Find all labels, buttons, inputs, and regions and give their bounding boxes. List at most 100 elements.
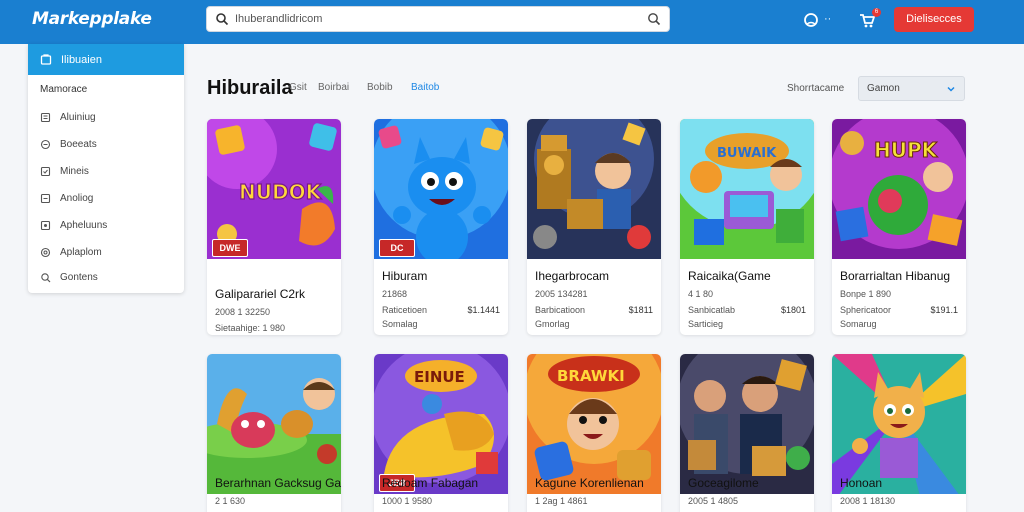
sidebar-item-label: Aplaplom [60, 247, 102, 258]
product-subtitle: Sphericatoor [840, 305, 892, 315]
art-title: NUDOK [239, 180, 323, 204]
product-meta: 1 2ag 1 4861 [535, 496, 588, 506]
product-status: Somalag [382, 319, 418, 329]
sidebar-item-5[interactable]: Apheluuns [28, 215, 184, 237]
product-card[interactable]: EINUE JB8 Redoam Fabagan 1000 1 9580 [374, 354, 508, 512]
top-nav-bar: Markepplake Ihuberandlidricom ·· 6 Dieli… [0, 0, 1024, 44]
product-title[interactable]: Ihegarbrocam [535, 269, 609, 283]
product-card[interactable]: Honoan 2008 1 18130 [832, 354, 966, 512]
product-card[interactable]: BUWAIK Raicaika(Game 4 1 80 Sanbicatlab $180… [680, 119, 814, 335]
sidebar-item-7[interactable]: Gontens [28, 267, 184, 289]
clock-icon [40, 139, 51, 150]
bag-icon [40, 54, 52, 65]
tab-1[interactable]: Gsit [289, 82, 307, 93]
product-subtitle: Raticetioen [382, 305, 428, 315]
sidebar-item-2[interactable]: Boeeats [28, 134, 184, 156]
product-subtitle: Barbicatioon [535, 305, 586, 315]
art-title: EINUE [414, 368, 465, 386]
product-card[interactable]: Ihegarbrocam 2005 134281 Barbicatioon $1811… [527, 119, 661, 335]
sidebar-item-label: Aluiniug [60, 112, 96, 123]
sidebar-item-active[interactable]: Ilibuaien [28, 44, 184, 75]
chevron-down-icon [947, 86, 955, 92]
sidebar-section-heading: Mamorace [40, 84, 88, 95]
product-meta: 2005 134281 [535, 289, 588, 299]
product-thumbnail[interactable] [207, 354, 341, 494]
product-meta: 1000 1 9580 [382, 496, 433, 506]
cart-count-badge: 6 [872, 8, 881, 17]
product-status: Somarug [840, 319, 877, 329]
sidebar: Ilibuaien Mamorace Aluiniug Boeeats Mineis… [28, 44, 184, 293]
product-price: $1811 [628, 305, 653, 315]
sidebar-item-1[interactable]: Aluiniug [28, 107, 184, 129]
folder-icon [40, 193, 51, 204]
sidebar-item-label: Anoliog [60, 193, 94, 204]
sidebar-item-label: Ilibuaien [61, 54, 102, 66]
product-meta: 4 1 80 [688, 289, 714, 299]
product-thumbnail[interactable]: NUDOK [207, 119, 341, 259]
product-thumbnail[interactable]: HUPK [832, 119, 966, 259]
product-card[interactable]: BRAWKI Kagune Korenlienan 1 2ag 1 4861 [527, 354, 661, 512]
product-meta: Bonpe 1 890 [840, 289, 892, 299]
product-title[interactable]: Kagune Korenlienan [535, 476, 644, 490]
product-subtitle: Sanbicatlab [688, 305, 736, 315]
sort-select[interactable]: Gamon [858, 76, 965, 101]
sort-value: Gamon [867, 83, 900, 94]
product-title[interactable]: Goceagilome [688, 476, 759, 490]
user-icon[interactable] [802, 11, 820, 29]
product-thumbnail[interactable] [374, 119, 508, 259]
product-card[interactable]: HUPK Borarrialtan Hibanug Bonpe 1 890 Spher… [832, 119, 966, 335]
page-title: Hiburaila [207, 77, 293, 99]
product-status: Gmorlag [535, 319, 570, 329]
product-card[interactable]: Goceagilome 2005 1 4805 [680, 354, 814, 512]
product-thumbnail[interactable]: BRAWKI [527, 354, 661, 494]
sidebar-item-label: Boeeats [60, 139, 97, 150]
search-submit-icon[interactable] [647, 12, 661, 26]
target-icon [40, 247, 51, 258]
site-logo[interactable]: Markepplake [32, 9, 152, 29]
product-thumbnail[interactable] [680, 354, 814, 494]
sidebar-item-label: Mineis [60, 166, 89, 177]
art-title: BUWAIK [717, 146, 777, 161]
product-thumbnail[interactable]: EINUE [374, 354, 508, 494]
product-thumbnail[interactable] [832, 354, 966, 494]
product-title[interactable]: Hiburam [382, 269, 427, 283]
product-title[interactable]: Berarhnan Gacksug Game [215, 476, 341, 490]
product-title[interactable]: Redoam Fabagan [382, 476, 478, 490]
product-title[interactable]: Raicaika(Game [688, 269, 771, 283]
tab-4[interactable]: Baitob [411, 82, 439, 93]
product-title[interactable]: Honoan [840, 476, 882, 490]
user-label[interactable]: ·· [824, 13, 831, 25]
product-price: $1.1441 [467, 305, 500, 315]
product-badge: DWE [212, 239, 248, 257]
product-price: $1801 [780, 305, 806, 315]
sidebar-item-label: Gontens [60, 272, 98, 283]
product-meta: 2005 1 4805 [688, 496, 739, 506]
product-status: Sarticieg [688, 319, 724, 329]
tab-2[interactable]: Boirbai [318, 82, 349, 93]
product-card[interactable]: Berarhnan Gacksug Game 2 1 630 [207, 354, 341, 512]
product-card[interactable]: DC Hiburam 21868 Raticetioen $1.1441 Somalag [374, 119, 508, 335]
product-thumbnail[interactable] [527, 119, 661, 259]
search-icon [216, 13, 229, 26]
header-action-button[interactable]: Dielisecces [894, 7, 974, 32]
sidebar-item-3[interactable]: Mineis [28, 161, 184, 183]
sidebar-item-4[interactable]: Anoliog [28, 188, 184, 210]
sidebar-item-6[interactable]: Aplaplom [28, 242, 184, 264]
product-price: $191.1 [930, 305, 958, 315]
product-meta: 2 1 630 [215, 496, 246, 506]
product-card[interactable]: NUDOK DWE Galiparariel C2rk 2008 1 32250 Sie… [207, 119, 341, 335]
sidebar-item-label: Apheluuns [60, 220, 108, 231]
product-title[interactable]: Galiparariel C2rk [215, 287, 305, 301]
product-thumbnail[interactable]: BUWAIK [680, 119, 814, 259]
product-meta: 21868 [382, 289, 408, 299]
search-input[interactable]: Ihuberandlidricom [235, 13, 322, 25]
search-icon [41, 273, 51, 283]
product-meta: 2008 1 32250 [215, 307, 271, 317]
checklist-icon [40, 166, 51, 177]
art-title: BRAWKI [557, 367, 625, 385]
tab-3[interactable]: Bobib [367, 82, 393, 93]
search-bar[interactable]: Ihuberandlidricom [206, 6, 670, 32]
product-meta: 2008 1 18130 [840, 496, 896, 506]
product-badge: DC [379, 239, 415, 257]
product-title[interactable]: Borarrialtan Hibanug [840, 269, 950, 283]
